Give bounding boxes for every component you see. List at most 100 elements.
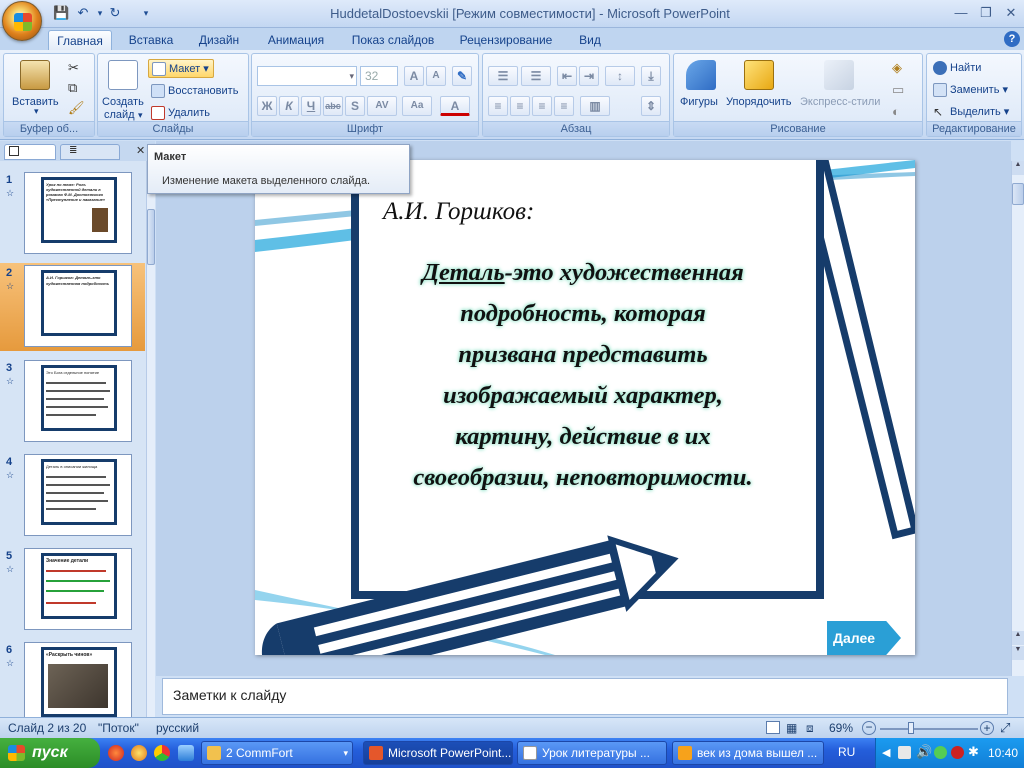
scroll-up-icon[interactable]: ▲ xyxy=(1012,161,1024,175)
columns-button[interactable]: ▥ xyxy=(580,96,610,116)
slideshow-icon[interactable]: ⧈ xyxy=(806,721,814,736)
zoom-level[interactable]: 69% xyxy=(829,721,853,735)
shape-effects-icon[interactable]: ◐ xyxy=(892,104,900,119)
close-button[interactable]: ✕ xyxy=(1000,4,1022,22)
tab-insert[interactable]: Вставка xyxy=(122,30,180,50)
find-button[interactable]: Найти xyxy=(933,61,981,75)
shadow-button[interactable]: S xyxy=(345,96,365,116)
task-word-lesson[interactable]: Урок литературы ... xyxy=(517,741,667,765)
shapes-button[interactable]: Фигуры xyxy=(680,96,718,108)
tray-app-icon-3[interactable]: ✱ xyxy=(968,744,979,760)
fit-to-window-icon[interactable]: ⤢ xyxy=(1000,720,1010,736)
outline-tab[interactable]: ≣ xyxy=(60,144,120,160)
minimize-button[interactable]: — xyxy=(950,4,972,22)
thumbnail-6[interactable]: 6 ☆ «Раскрыть чинов» xyxy=(0,640,145,720)
language-indicator[interactable]: RU xyxy=(838,745,855,759)
undo-dropdown-icon[interactable]: ▾ xyxy=(92,5,108,21)
justify-button[interactable]: ≡ xyxy=(554,96,574,116)
strikethrough-button[interactable]: abc xyxy=(323,96,343,116)
tray-app-icon-2[interactable] xyxy=(951,746,964,759)
underline-button[interactable]: Ч xyxy=(301,96,321,116)
redo-icon[interactable]: ↻ xyxy=(107,5,123,21)
bold-button[interactable]: Ж xyxy=(257,96,277,116)
new-slide-label-2[interactable]: слайд xyxy=(104,109,135,121)
save-icon[interactable]: 💾 xyxy=(53,5,69,21)
help-icon[interactable]: ? xyxy=(1004,31,1020,47)
slide-canvas[interactable]: А.И. Горшков: Деталь-это художественная … xyxy=(255,160,915,655)
qat-customize-icon[interactable]: ▾ xyxy=(138,5,154,21)
select-button[interactable]: ↖ Выделить ▾ xyxy=(933,105,1009,119)
zoom-slider[interactable] xyxy=(880,728,978,730)
new-slide-label-1[interactable]: Создать xyxy=(102,96,144,108)
shape-outline-icon[interactable]: ▭ xyxy=(892,82,904,98)
paste-dropdown-icon[interactable]: ▾ xyxy=(34,106,39,117)
thumbnail-5[interactable]: 5 ☆ Значение детали xyxy=(0,546,145,634)
italic-button[interactable]: К xyxy=(279,96,299,116)
notes-pane[interactable]: Заметки к слайду xyxy=(162,678,1008,715)
align-left-button[interactable]: ≡ xyxy=(488,96,508,116)
start-button[interactable]: пуск xyxy=(0,738,100,768)
tray-app-icon-1[interactable] xyxy=(934,746,947,759)
office-button[interactable] xyxy=(2,1,42,41)
slides-tab[interactable] xyxy=(4,144,56,160)
network-icon[interactable] xyxy=(898,746,911,759)
zoom-in-icon[interactable]: + xyxy=(980,721,994,735)
copy-icon[interactable]: ⧉ xyxy=(68,80,77,96)
zoom-out-icon[interactable]: − xyxy=(862,721,876,735)
thumbnail-3[interactable]: 3 ☆ Это Бога отдельное понятие xyxy=(0,358,145,446)
show-desktop-icon[interactable] xyxy=(178,745,194,761)
quicklaunch-icon-2[interactable] xyxy=(131,745,147,761)
bullets-button[interactable]: ☰ xyxy=(488,66,518,86)
align-center-button[interactable]: ≡ xyxy=(510,96,530,116)
tab-design[interactable]: Дизайн xyxy=(190,30,248,50)
task-commfort[interactable]: 2 CommFort ▾ xyxy=(201,741,353,765)
task-browser[interactable]: век из дома вышел ... xyxy=(672,741,824,765)
editor-scrollbar[interactable]: ▲ ▲ ▼ xyxy=(1011,161,1024,676)
new-slide-dropdown-icon[interactable]: ▾ xyxy=(138,110,143,121)
tab-view[interactable]: Вид xyxy=(570,30,610,50)
task-powerpoint[interactable]: Microsoft PowerPoint... xyxy=(363,741,513,765)
grow-font-button[interactable]: A xyxy=(404,66,424,86)
text-direction-button[interactable]: ⤓ xyxy=(641,66,661,86)
clear-format-icon[interactable]: ✎ xyxy=(452,66,472,86)
opera-icon[interactable] xyxy=(108,745,124,761)
align-text-button[interactable]: ⇕ xyxy=(641,96,661,116)
volume-icon[interactable]: 🔊 xyxy=(916,744,932,760)
restore-button[interactable]: ❐ xyxy=(975,4,997,22)
char-spacing-button[interactable]: AV xyxy=(367,96,397,116)
tab-animation[interactable]: Анимация xyxy=(258,30,334,50)
layout-button[interactable]: Макет ▾ xyxy=(148,59,214,78)
delete-button[interactable]: Удалить xyxy=(151,106,210,120)
font-color-button[interactable]: A xyxy=(440,96,470,116)
font-name-combo[interactable]: ▾ xyxy=(257,66,357,86)
thumbnail-1[interactable]: 1 ☆ Урок по теме: Роль художественной де… xyxy=(0,170,145,258)
next-button[interactable]: Далее xyxy=(827,621,901,655)
change-case-button[interactable]: Aa xyxy=(402,96,432,116)
tab-review[interactable]: Рецензирование xyxy=(452,30,560,50)
tray-expand-icon[interactable]: ◀ xyxy=(882,746,890,759)
slides-scrollbar[interactable]: ▲ xyxy=(146,161,155,717)
font-size-combo[interactable]: 32 xyxy=(360,66,398,86)
decrease-indent-button[interactable]: ⇤ xyxy=(557,66,577,86)
scroll-thumb[interactable] xyxy=(147,209,155,265)
normal-view-icon[interactable] xyxy=(766,721,780,734)
replace-button[interactable]: Заменить ▾ xyxy=(933,83,1008,98)
format-painter-icon[interactable]: 🖌 xyxy=(68,100,85,116)
slide-definition[interactable]: Деталь-это художественная подробность, к… xyxy=(373,252,793,498)
arrange-button[interactable]: Упорядочить xyxy=(726,96,791,108)
slide-sorter-icon[interactable]: ▦ xyxy=(786,721,797,735)
align-right-button[interactable]: ≡ xyxy=(532,96,552,116)
chrome-icon[interactable] xyxy=(154,745,170,761)
increase-indent-button[interactable]: ⇥ xyxy=(579,66,599,86)
prev-slide-icon[interactable]: ▲ xyxy=(1012,631,1024,645)
cut-icon[interactable]: ✂ xyxy=(68,60,79,76)
line-spacing-button[interactable]: ↕ xyxy=(605,66,635,86)
slide-author[interactable]: А.И. Горшков: xyxy=(383,198,534,226)
tab-home[interactable]: Главная xyxy=(48,30,112,50)
undo-icon[interactable]: ↶ xyxy=(75,5,91,21)
shape-fill-icon[interactable]: ◈ xyxy=(892,60,902,76)
status-language[interactable]: русский xyxy=(156,721,199,735)
next-slide-icon[interactable]: ▼ xyxy=(1012,646,1024,660)
reset-button[interactable]: Восстановить xyxy=(151,84,238,98)
quick-styles-button[interactable]: Экспресс-стили xyxy=(800,96,880,108)
